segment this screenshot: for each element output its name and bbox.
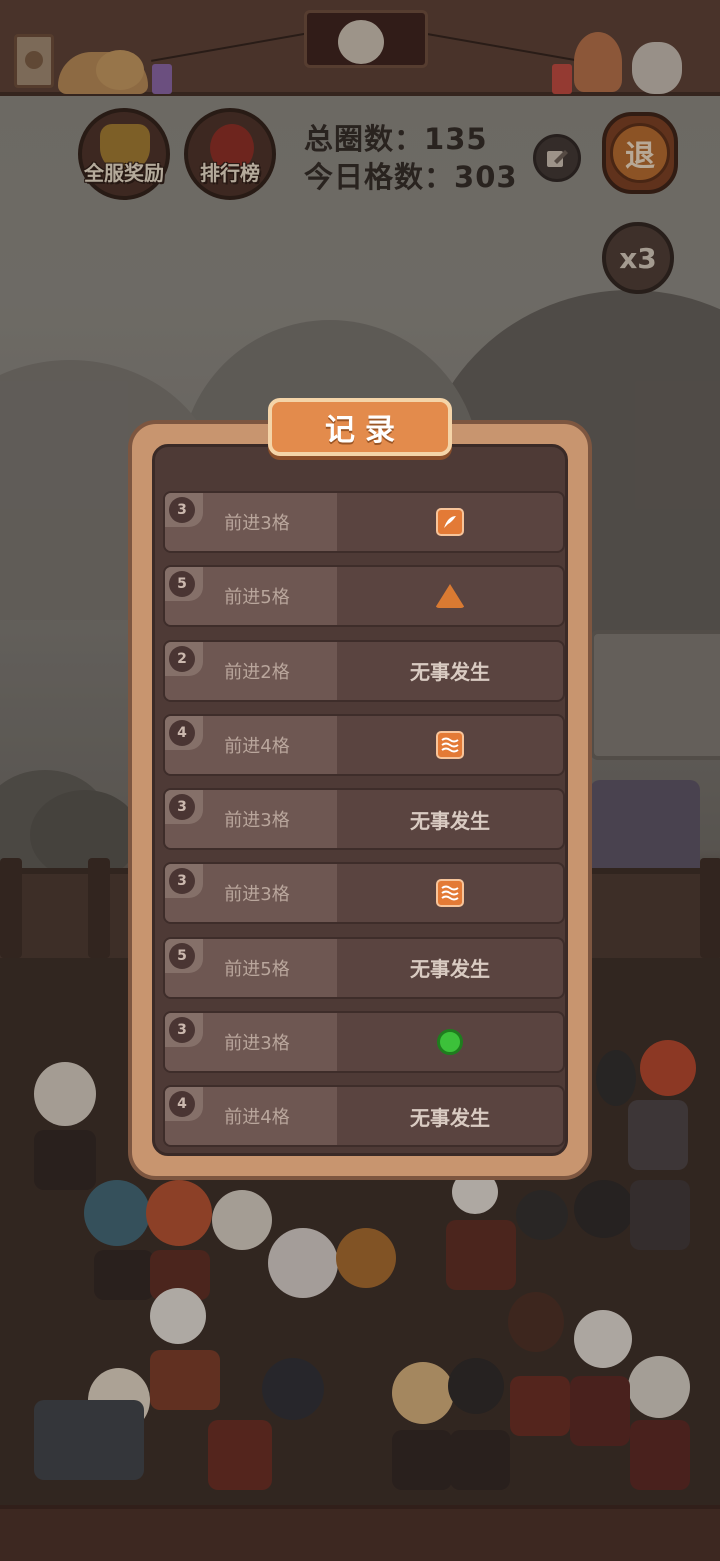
dice-badge: 3	[169, 497, 195, 523]
dice-badge: 4	[169, 719, 195, 746]
event-cell	[337, 1013, 563, 1071]
step-cell: 3 前进3格	[165, 864, 337, 923]
green-orb-icon	[437, 1029, 463, 1056]
event-cell	[337, 864, 563, 922]
record-modal-title: 记录	[325, 413, 405, 448]
step-label: 前进2格	[224, 661, 290, 683]
event-text: 无事发生	[410, 808, 490, 833]
event-cell	[337, 567, 563, 625]
orange-wave-icon	[436, 730, 464, 759]
step-cell: 3 前进3格	[165, 790, 337, 849]
event-cell	[337, 493, 563, 551]
event-cell: 无事发生	[337, 790, 563, 848]
record-row: 2 前进2格 无事发生	[163, 639, 565, 702]
step-cell: 4 前进4格	[165, 1087, 337, 1146]
step-label: 前进5格	[224, 958, 290, 980]
dice-badge: 2	[169, 645, 195, 672]
step-cell: 5 前进5格	[165, 567, 337, 626]
step-label: 前进3格	[224, 1033, 290, 1055]
record-row: 3 前进3格	[163, 1011, 565, 1074]
rice-dumpling-icon	[435, 584, 465, 609]
record-row: 4 前进4格	[163, 713, 565, 776]
dice-badge: 5	[169, 942, 195, 969]
record-row: 3 前进3格	[163, 862, 565, 925]
step-label: 前进3格	[224, 884, 290, 906]
dice-badge: 3	[169, 794, 195, 821]
step-cell: 3 前进3格	[165, 1013, 337, 1072]
record-row: 5 前进5格 无事发生	[163, 936, 565, 999]
step-label: 前进3格	[224, 810, 290, 832]
step-label: 前进5格	[224, 587, 290, 609]
record-list: 3 前进3格 5 前进5格 2 前进2格 无事发生 4 前进4格 3 前进3格 无事发生 3 前进3格 5 前…	[163, 491, 565, 1153]
event-cell: 无事发生	[337, 642, 563, 700]
event-cell: 无事发生	[337, 1087, 563, 1145]
event-cell	[337, 716, 563, 774]
record-modal: 3 前进3格 5 前进5格 2 前进2格 无事发生 4 前进4格 3 前进3格 无事发生 3 前进3格 5 前…	[128, 420, 592, 1180]
step-cell: 5 前进5格	[165, 938, 337, 997]
event-text: 无事发生	[410, 1105, 490, 1130]
step-cell: 3 前进3格	[165, 493, 337, 551]
step-cell: 4 前进4格	[165, 715, 337, 774]
event-cell: 无事发生	[337, 939, 563, 997]
step-cell: 2 前进2格	[165, 641, 337, 700]
dice-badge: 3	[169, 1017, 195, 1044]
event-text: 无事发生	[410, 660, 490, 685]
step-label: 前进4格	[224, 735, 290, 757]
step-label: 前进4格	[224, 1107, 290, 1129]
step-label: 前进3格	[224, 513, 290, 534]
record-row: 3 前进3格 无事发生	[163, 788, 565, 851]
record-list-panel[interactable]: 3 前进3格 5 前进5格 2 前进2格 无事发生 4 前进4格 3 前进3格 无事发生 3 前进3格 5 前…	[152, 444, 568, 1156]
orange-wave-icon	[436, 879, 464, 908]
record-row: 4 前进4格 无事发生	[163, 1085, 565, 1148]
record-row: 3 前进3格	[163, 491, 565, 553]
record-row: 5 前进5格	[163, 565, 565, 628]
record-modal-header: 记录	[268, 398, 452, 456]
event-text: 无事发生	[410, 957, 490, 982]
orange-scroll-icon	[436, 508, 464, 536]
